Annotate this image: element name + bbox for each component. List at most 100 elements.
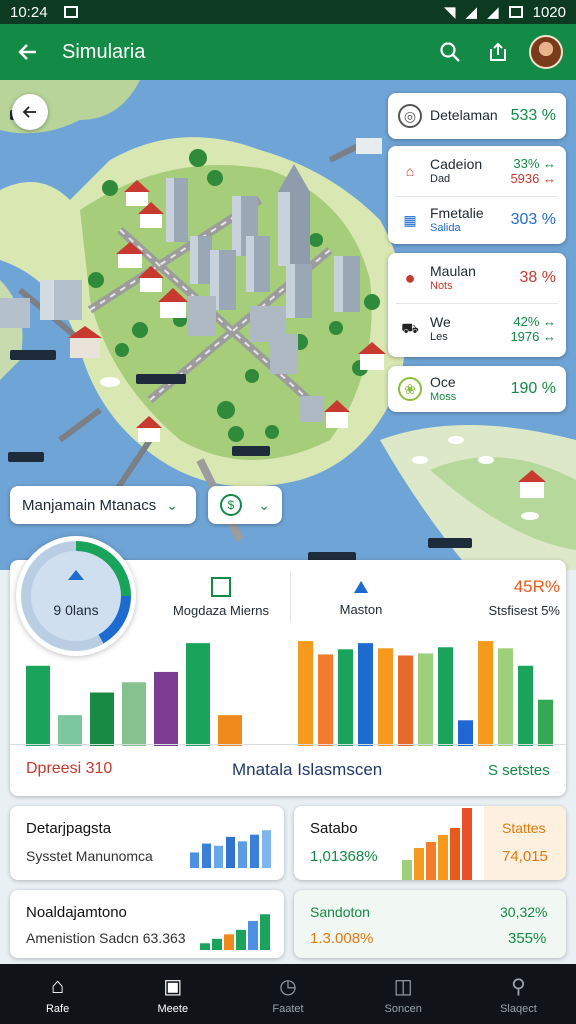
chart-bar (338, 649, 353, 746)
chart-bar (450, 828, 460, 880)
chart-bar (518, 665, 533, 746)
stat-card-3[interactable]: ● Maulan Nots 38 % ⛟ We Les 42% ↔ 1976 ↔ (388, 253, 566, 357)
page-title: Simularia (62, 40, 146, 63)
chart-bar (238, 841, 247, 868)
chart-bar (438, 647, 453, 746)
chart-bar (458, 720, 473, 746)
stat-card-4[interactable]: ❀ Oce Moss 190 % (388, 366, 566, 412)
tab-maston[interactable]: ⛰ Maston (296, 572, 426, 622)
stat-label: We (430, 314, 451, 331)
chart-bar (538, 699, 553, 746)
stat-label: Maulan (430, 263, 476, 280)
profile-button[interactable] (522, 24, 570, 80)
mountain-icon: ⛰ (353, 577, 369, 597)
stat-value: 38 % (519, 269, 556, 286)
tab-statistics[interactable]: 45R% Stsfisest 5% (440, 572, 560, 622)
chevron-down-icon: ⌄ (258, 496, 270, 513)
avatar (529, 35, 563, 69)
nav-soncen[interactable]: ◫ Soncen (346, 964, 461, 1024)
nav-home[interactable]: ⌂ Rafe (0, 964, 115, 1024)
stat-sublabel: Moss (430, 390, 457, 403)
tab-mogdaza[interactable]: Mogdaza Mierns (152, 572, 290, 622)
notification-icon (63, 6, 78, 18)
layer-icon: $ (220, 494, 242, 516)
arrow-left-icon (18, 44, 36, 60)
chart-bar (318, 654, 333, 746)
layer-dropdown[interactable]: $ ⌄ (208, 486, 282, 524)
nav-slaqect[interactable]: ⚲ Slaqect (461, 964, 576, 1024)
stat-label: Cadeion (430, 156, 483, 173)
summary-card-4[interactable]: Sandoton 1.3.008% 30,32% 355% (294, 890, 566, 958)
stat-value: 33% ↔ (513, 156, 556, 171)
chart-bar (26, 665, 50, 746)
arrow-left-icon (22, 106, 36, 118)
chart-bar (398, 655, 413, 746)
stat-label: Detelaman (430, 107, 498, 124)
search-icon: ⚲ (511, 975, 526, 998)
bottom-navigation: ⌂ Rafe ▣ Meete ◷ Faatet ◫ Soncen ⚲ Slaqe… (0, 964, 576, 1024)
wifi-icon: ◥ (443, 4, 456, 21)
pin-icon: ● (404, 267, 416, 288)
chart-bar (212, 938, 222, 950)
stat-label: Oce (430, 374, 456, 391)
map-icon: ◫ (393, 975, 413, 998)
summary-card-2[interactable]: Satabo 1,01368% Stattes 74,015 (294, 806, 566, 880)
chart-bar (226, 836, 235, 868)
stat-sublabel: Les (430, 330, 448, 343)
stat-value: 533 % (510, 107, 556, 124)
share-icon (490, 42, 506, 61)
nav-faatet[interactable]: ◷ Faatet (230, 964, 345, 1024)
district-dropdown[interactable]: Manjamain Mtanacs ⌄ (10, 486, 196, 524)
back-button[interactable] (0, 24, 56, 80)
building-icon: ▦ (403, 211, 417, 228)
gauge-label: 9 0lans (53, 602, 99, 618)
app-bar: Simularia (0, 24, 576, 80)
nav-meete[interactable]: ▣ Meete (115, 964, 230, 1024)
stat-card-1[interactable]: ◎ Detelaman 533 % (388, 93, 566, 139)
calendar-icon: ▣ (163, 975, 183, 998)
share-button[interactable] (474, 24, 522, 80)
stat-sublabel: Salida (430, 221, 461, 234)
mini-bar-chart (402, 808, 472, 880)
chart-bar (260, 914, 270, 950)
chart-bar (214, 845, 223, 868)
chart-bar (298, 641, 313, 746)
chart-bar (418, 653, 433, 746)
panel-footer-left: Dpreesi 310 (26, 760, 113, 777)
stat-sublabel: Dad (430, 172, 451, 185)
chart-bar (248, 920, 258, 950)
summary-card-1[interactable]: Detarjpagsta Sysstet Manunomca (10, 806, 284, 880)
chart-bar (250, 834, 259, 868)
search-button[interactable] (426, 24, 474, 80)
battery-icon (508, 6, 523, 18)
factory-icon: ⌂ (405, 163, 415, 179)
chart-bar (200, 943, 210, 950)
chart-bar (218, 715, 242, 746)
chart-bar (90, 692, 114, 746)
chart-bar (358, 643, 373, 746)
summary-card-3[interactable]: Noaldajamtono Amenistion Sadcn 63.363 (10, 890, 284, 958)
chart-bar (262, 830, 271, 868)
mini-bar-chart (200, 914, 270, 950)
stat-card-2[interactable]: ⌂ Cadeion Dad 33% ↔ 5936 ↔ ▦ Fmetalie Sa… (388, 146, 566, 244)
chart-bar (478, 641, 493, 746)
stat-label: Fmetalie (430, 205, 484, 222)
home-icon: ⌂ (50, 973, 65, 998)
chart-bar (202, 843, 211, 868)
signal-icon-2: ◢ (487, 4, 499, 21)
status-bar: 10:24 ◥ ◢ ◢ 1020 (0, 0, 576, 24)
chart-bar (58, 715, 82, 746)
chart-bar (224, 934, 234, 950)
district-dropdown-value: Manjamain Mtanacs (22, 496, 157, 514)
stat-value: 190 % (510, 380, 556, 397)
chart-bar (498, 648, 513, 746)
chart-bar (402, 860, 412, 880)
chart-bar (154, 671, 178, 746)
map-back-button[interactable] (12, 94, 48, 130)
stat-value: 303 % (510, 211, 556, 228)
battery-level: 1020 (532, 3, 566, 21)
bar-chart (26, 641, 553, 746)
signal-icon: ◢ (465, 4, 478, 21)
chart-bar (426, 842, 436, 880)
panel-footer-right: S setstes (488, 762, 550, 779)
